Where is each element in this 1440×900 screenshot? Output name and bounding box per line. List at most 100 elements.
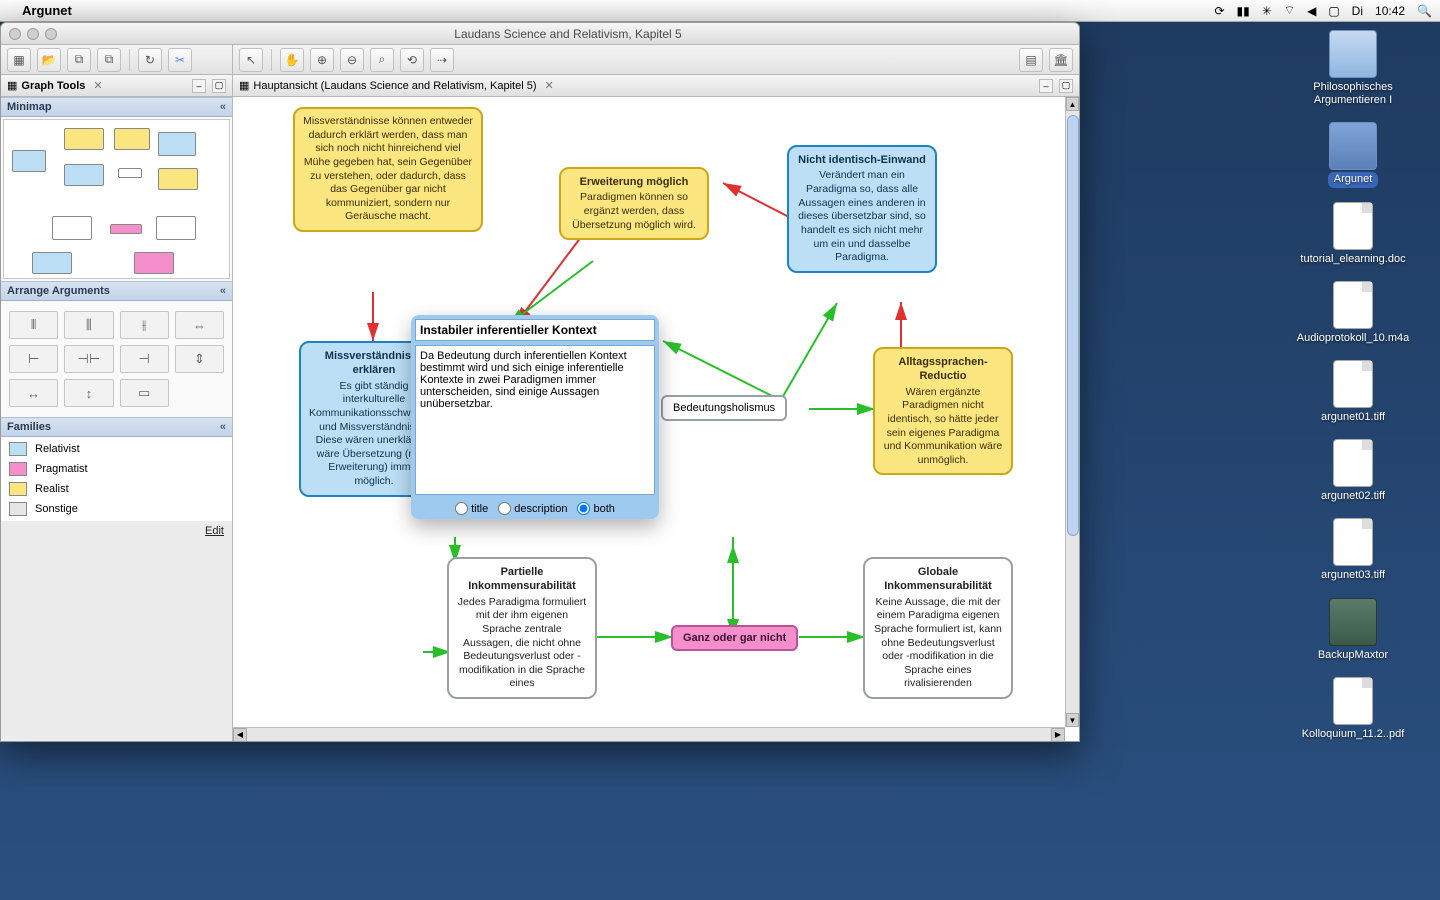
thesis-node[interactable]: Bedeutungsholismus <box>661 395 787 421</box>
desktop-file[interactable]: argunet01.tiff <box>1278 360 1428 425</box>
zoom-reset-button[interactable]: ⟲ <box>400 48 424 72</box>
family-row[interactable]: Pragmatist <box>1 459 232 479</box>
wifi-icon[interactable]: ⌔ <box>1284 3 1295 18</box>
layout-button[interactable]: ⇢ <box>430 48 454 72</box>
cut-button[interactable]: ✂ <box>168 48 192 72</box>
argument-node[interactable]: Nicht identisch-Einwand Verändert man ei… <box>787 145 937 273</box>
graph-tools-tab[interactable]: ▦ Graph Tools ✕ – ▢ <box>1 75 232 97</box>
node-body: Wären ergänzte Paradigmen nicht identisc… <box>884 386 1002 466</box>
arrange-align-bottom-button[interactable]: ⫲ <box>120 311 169 339</box>
copy-button[interactable]: ⧉ <box>67 48 91 72</box>
desktop-file[interactable]: argunet02.tiff <box>1278 439 1428 504</box>
desktop-file[interactable]: tutorial_elearning.doc <box>1278 202 1428 267</box>
families-edit-link[interactable]: Edit <box>1 521 232 541</box>
swatch-icon <box>9 462 27 476</box>
scroll-up-icon[interactable]: ▲ <box>1066 97 1079 111</box>
menu-extra-icon[interactable]: ⟳ <box>1214 4 1224 18</box>
desktop-file[interactable]: Kolloquium_11.2..pdf <box>1278 677 1428 742</box>
family-row[interactable]: Relativist <box>1 439 232 459</box>
family-name: Realist <box>35 483 69 495</box>
chevron-icon: « <box>220 101 226 113</box>
arrange-align-center-button[interactable]: ⊣⊢ <box>64 345 113 373</box>
battery-icon[interactable]: ▢ <box>1328 4 1339 18</box>
minimize-view-icon[interactable]: – <box>1039 79 1053 93</box>
vertical-scrollbar[interactable]: ▲ ▼ <box>1065 97 1079 727</box>
swatch-icon <box>9 442 27 456</box>
radio-title[interactable]: title <box>455 502 488 515</box>
desktop-file[interactable]: argunet03.tiff <box>1278 518 1428 583</box>
argument-node[interactable]: Partielle Inkommensurabilität Jedes Para… <box>447 557 597 699</box>
family-row[interactable]: Realist <box>1 479 232 499</box>
thesis-node[interactable]: Ganz oder gar nicht <box>671 625 798 651</box>
desktop-folder[interactable]: Philosophisches Argumentieren I <box>1278 30 1428 108</box>
maximize-view-icon[interactable]: ▢ <box>1059 79 1073 93</box>
paste-button[interactable]: ⧉ <box>97 48 121 72</box>
node-title: Erweiterung möglich <box>569 175 699 189</box>
arrange-distribute-h-button[interactable]: ⇔ <box>175 311 224 339</box>
node-body: Verändert man ein Paradigma so, dass all… <box>798 169 926 263</box>
minimize-view-icon[interactable]: – <box>192 79 206 93</box>
node-title: Alltagssprachen-Reductio <box>883 355 1003 384</box>
argument-node[interactable]: Globale Inkommensurabilität Keine Aussag… <box>863 557 1013 699</box>
menu-extra-icon[interactable]: ✳ <box>1262 4 1272 18</box>
volume-icon[interactable]: ◀ <box>1307 4 1316 18</box>
zoom-icon[interactable] <box>45 28 57 40</box>
select-tool[interactable]: ↖ <box>239 48 263 72</box>
argument-node[interactable]: Missverständnisse können entweder dadurc… <box>293 107 483 232</box>
close-tab-icon[interactable]: ✕ <box>545 79 554 92</box>
argument-node[interactable]: Erweiterung möglich Paradigmen können so… <box>559 167 709 240</box>
maximize-view-icon[interactable]: ▢ <box>212 79 226 93</box>
scroll-right-icon[interactable]: ▶ <box>1051 728 1065 742</box>
desktop-icons: Philosophisches Argumentieren I Argunet … <box>1278 30 1428 742</box>
desktop-file[interactable]: Audioprotokoll_10.m4a <box>1278 281 1428 346</box>
refresh-button[interactable]: ↻ <box>138 48 162 72</box>
arrange-grid: ⫴ ⫼ ⫲ ⇔ ⊢ ⊣⊢ ⊣ ⇕ ↔ ↕ ▭ <box>1 301 232 417</box>
scroll-down-icon[interactable]: ▼ <box>1066 713 1079 727</box>
arrange-same-width-button[interactable]: ↔ <box>9 379 58 407</box>
arrange-align-right-button[interactable]: ⊣ <box>120 345 169 373</box>
graph-canvas[interactable]: Missverständnisse können entweder dadurc… <box>233 97 1079 741</box>
overview-button[interactable]: ▤ <box>1019 48 1043 72</box>
minimap-header[interactable]: Minimap « <box>1 97 232 117</box>
arrange-align-top-button[interactable]: ⫴ <box>9 311 58 339</box>
pan-tool[interactable]: ✋ <box>280 48 304 72</box>
desktop-folder[interactable]: Argunet <box>1278 122 1428 187</box>
minimize-icon[interactable] <box>27 28 39 40</box>
main-view-tab[interactable]: ▦ Hauptansicht (Laudans Science and Rela… <box>233 75 1079 97</box>
app-menu-name[interactable]: Argunet <box>22 3 72 18</box>
scroll-left-icon[interactable]: ◀ <box>233 728 247 742</box>
arrange-align-left-button[interactable]: ⊢ <box>9 345 58 373</box>
zoom-in-button[interactable]: ⊕ <box>310 48 334 72</box>
arrange-same-height-button[interactable]: ↕ <box>64 379 113 407</box>
arrange-align-middle-button[interactable]: ⫼ <box>64 311 113 339</box>
node-label: Ganz oder gar nicht <box>683 632 786 644</box>
new-db-button[interactable]: ▦ <box>7 48 31 72</box>
horizontal-scrollbar[interactable]: ◀ ▶ <box>233 727 1065 741</box>
close-icon[interactable] <box>9 28 21 40</box>
editor-description-input[interactable] <box>415 345 655 495</box>
arrange-header[interactable]: Arrange Arguments « <box>1 281 232 301</box>
traffic-lights[interactable] <box>9 28 57 40</box>
family-row[interactable]: Sonstige <box>1 499 232 519</box>
radio-both[interactable]: both <box>577 502 614 515</box>
zoom-out-button[interactable]: ⊖ <box>340 48 364 72</box>
toolbar-left: ▦ 📂 ⧉ ⧉ ↻ ✂ <box>1 45 233 75</box>
families-header[interactable]: Families « <box>1 417 232 437</box>
zoom-fit-button[interactable]: ⌕ <box>370 48 394 72</box>
editor-title-input[interactable] <box>415 319 655 341</box>
family-name: Relativist <box>35 443 80 455</box>
radio-description[interactable]: description <box>498 502 567 515</box>
node-editor[interactable]: title description both <box>411 315 659 519</box>
desktop-drive[interactable]: BackupMaxtor <box>1278 598 1428 663</box>
library-button[interactable]: 🏛 <box>1049 48 1073 72</box>
tab-label: Graph Tools <box>21 80 85 92</box>
menu-extra-icon[interactable]: ▮▮ <box>1237 4 1250 18</box>
open-button[interactable]: 📂 <box>37 48 61 72</box>
minimap[interactable] <box>3 119 230 279</box>
window-titlebar[interactable]: Laudans Science and Relativism, Kapitel … <box>1 23 1079 45</box>
arrange-distribute-v-button[interactable]: ⇕ <box>175 345 224 373</box>
close-tab-icon[interactable]: ✕ <box>93 79 102 92</box>
spotlight-icon[interactable]: 🔍 <box>1417 4 1432 18</box>
arrange-same-size-button[interactable]: ▭ <box>120 379 169 407</box>
argument-node[interactable]: Alltagssprachen-Reductio Wären ergänzte … <box>873 347 1013 475</box>
